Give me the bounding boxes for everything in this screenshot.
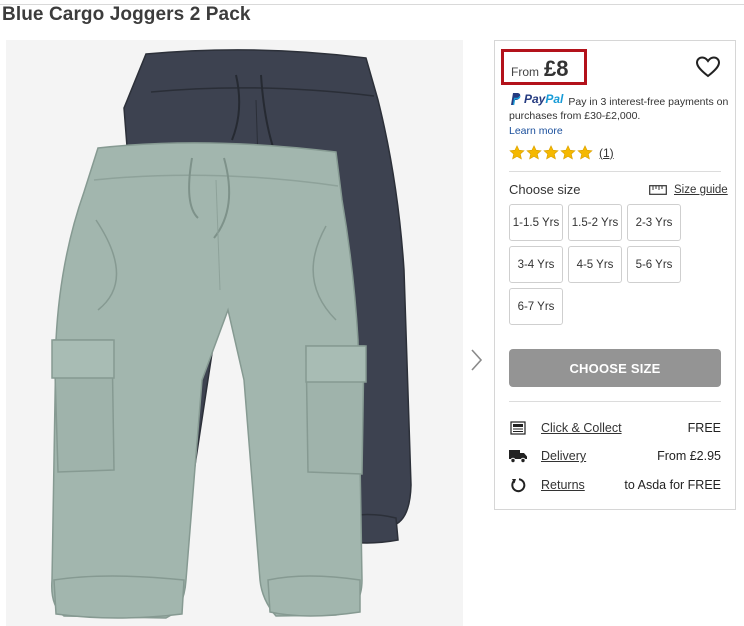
rating-stars — [509, 145, 593, 160]
store-icon — [509, 420, 527, 436]
wishlist-button[interactable] — [695, 55, 721, 79]
star-icon — [509, 145, 525, 160]
heart-icon — [695, 56, 721, 78]
size-option[interactable]: 2-3 Yrs — [627, 204, 681, 241]
returns-row: Returns to Asda for FREE — [509, 475, 721, 495]
click-collect-row: Click & Collect FREE — [509, 418, 721, 438]
ruler-icon — [649, 185, 667, 195]
chevron-right-icon — [471, 349, 483, 371]
purchase-panel: From £8 Pay Pal Pay in 3 interest-free pa… — [494, 40, 736, 510]
size-guide-label: Size guide — [674, 184, 728, 196]
product-title: Blue Cargo Joggers 2 Pack — [2, 4, 251, 25]
price-amount: £8 — [544, 56, 569, 81]
return-icon — [509, 477, 527, 493]
paypal-logo: Pay Pal — [509, 92, 563, 106]
review-count-link[interactable]: (1) — [599, 146, 614, 160]
product-image[interactable] — [6, 40, 463, 626]
star-icon — [577, 145, 593, 160]
divider — [509, 171, 721, 172]
delivery-price: From £2.95 — [657, 449, 721, 463]
truck-icon — [509, 448, 527, 464]
size-option[interactable]: 1-1.5 Yrs — [509, 204, 563, 241]
star-icon — [526, 145, 542, 160]
returns-link[interactable]: Returns — [541, 478, 585, 492]
divider — [509, 401, 721, 402]
price-highlight: From £8 — [501, 49, 587, 85]
choose-size-label: Choose size — [509, 182, 581, 197]
size-option[interactable]: 1.5-2 Yrs — [568, 204, 622, 241]
product-rating[interactable]: (1) — [509, 145, 614, 160]
choose-size-button[interactable]: CHOOSE SIZE — [509, 349, 721, 387]
joggers-illustration — [6, 40, 463, 626]
star-icon — [543, 145, 559, 160]
paypal-icon — [511, 93, 521, 106]
click-collect-link[interactable]: Click & Collect — [541, 421, 622, 435]
size-option[interactable]: 6-7 Yrs — [509, 288, 563, 325]
delivery-row: Delivery From £2.95 — [509, 446, 721, 466]
paypal-learn-more-link[interactable]: Learn more — [509, 124, 731, 138]
price-prefix: From — [511, 65, 539, 79]
star-icon — [560, 145, 576, 160]
size-option[interactable]: 5-6 Yrs — [627, 246, 681, 283]
returns-value: to Asda for FREE — [624, 478, 721, 492]
next-image-arrow[interactable] — [468, 344, 486, 376]
size-option[interactable]: 3-4 Yrs — [509, 246, 563, 283]
click-collect-price: FREE — [687, 421, 721, 435]
size-guide-link[interactable]: Size guide — [649, 184, 728, 196]
size-options: 1-1.5 Yrs 1.5-2 Yrs 2-3 Yrs 3-4 Yrs 4-5 Yrs 5… — [509, 204, 684, 325]
delivery-link[interactable]: Delivery — [541, 449, 586, 463]
paypal-word-pay: Pay — [524, 92, 546, 106]
size-option[interactable]: 4-5 Yrs — [568, 246, 622, 283]
paypal-promo: Pay Pal Pay in 3 interest-free payments o… — [509, 92, 731, 138]
paypal-word-pal: Pal — [545, 92, 564, 106]
